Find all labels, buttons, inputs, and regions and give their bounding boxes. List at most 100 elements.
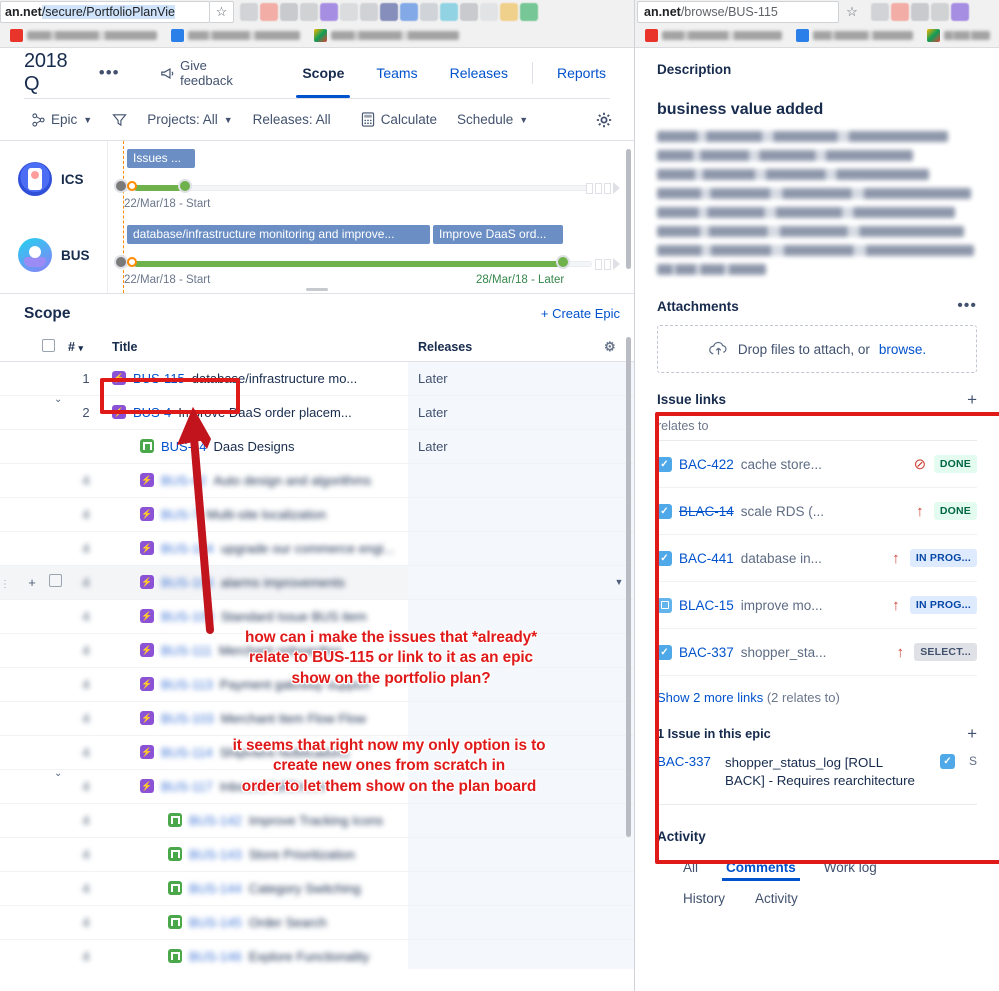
attachment-dropzone[interactable]: Drop files to attach, or browse. <box>657 325 977 373</box>
issue-key-link[interactable]: BUS-42 <box>161 473 207 488</box>
scope-scrollbar[interactable] <box>626 337 631 837</box>
table-row[interactable]: BUS-14 Daas Designs Later <box>0 429 634 464</box>
table-row[interactable]: ⌄2BUS-4Improve DaaS order placem...Later <box>0 394 634 430</box>
col-rank[interactable]: # ▾ <box>68 333 104 362</box>
extension-purple-icon[interactable] <box>320 3 338 21</box>
extension-book-icon[interactable] <box>300 3 318 21</box>
extension-red-icon[interactable] <box>260 3 278 21</box>
issue-key-link[interactable]: BUS-146 <box>189 949 242 964</box>
plan-settings-button[interactable] <box>588 108 620 132</box>
timeline-bar-label-primary[interactable]: database/infrastructure monitoring and i… <box>127 225 430 244</box>
right-bookmark-star-icon[interactable]: ☆ <box>839 4 865 20</box>
schedule-dropdown[interactable]: Schedule ▼ <box>449 108 536 131</box>
timeline-start-dot[interactable] <box>114 255 128 269</box>
extension-clock-icon[interactable] <box>240 3 258 21</box>
projects-filter[interactable]: Projects: All ▼ <box>139 108 240 131</box>
releases-filter[interactable]: Releases: All <box>245 108 339 131</box>
row-checkbox-icon[interactable] <box>48 574 62 587</box>
timeline-bar-label-secondary[interactable]: Improve DaaS ord... <box>433 225 563 244</box>
bookmark-item[interactable] <box>10 29 157 42</box>
table-row[interactable]: 4 BUS-146 Explore Functionality <box>0 939 634 969</box>
timeline-end-dot[interactable] <box>178 179 192 193</box>
activity-tab-history[interactable]: History <box>683 891 725 912</box>
row-release-cell[interactable] <box>408 803 604 838</box>
row-release-cell[interactable] <box>408 497 604 532</box>
extension-red-icon[interactable] <box>891 3 909 21</box>
tab-releases[interactable]: Releases <box>434 48 524 98</box>
table-row[interactable]: 1BUS-115database/infrastructure mo...Lat… <box>0 361 634 396</box>
timeline-resize-grip[interactable] <box>306 288 328 291</box>
row-checkbox[interactable] <box>42 565 68 600</box>
row-expander-icon[interactable]: ⌄ <box>54 394 62 405</box>
bookmark-item[interactable] <box>645 29 782 42</box>
table-row[interactable]: 4 BUS-142 Improve Tracking Icons <box>0 803 634 838</box>
row-expander-icon[interactable]: ⌄ <box>54 768 62 779</box>
timeline-bar-label[interactable]: Issues ... <box>127 149 195 168</box>
row-release-cell[interactable]: Later <box>408 429 604 464</box>
issue-key-link[interactable]: BUS-142 <box>189 813 242 828</box>
col-releases[interactable]: Releases <box>408 333 604 362</box>
extension-pin-icon[interactable] <box>340 3 358 21</box>
extension-purple-icon[interactable] <box>951 3 969 21</box>
extension-book-icon[interactable] <box>931 3 949 21</box>
row-release-cell[interactable]: Later <box>408 395 604 430</box>
row-add-button[interactable]: + <box>22 565 42 600</box>
issue-key-link[interactable]: BUS-14 <box>161 439 207 454</box>
row-release-cell[interactable] <box>408 531 604 566</box>
issue-key-link[interactable]: BUS-144 <box>189 881 242 896</box>
extension-m-icon[interactable] <box>360 3 378 21</box>
add-issue-link-button[interactable]: + <box>967 391 977 408</box>
issue-key-link[interactable]: BUS-103 <box>161 711 214 726</box>
bookmark-star-icon[interactable]: ☆ <box>210 1 234 23</box>
extension-green-icon[interactable] <box>520 3 538 21</box>
row-release-cell[interactable] <box>408 939 604 969</box>
tab-reports[interactable]: Reports <box>541 48 622 98</box>
left-address-bar[interactable]: an.net/secure/PortfolioPlanVie <box>0 1 210 23</box>
row-release-cell[interactable] <box>408 905 604 940</box>
extension-cyan-icon[interactable] <box>440 3 458 21</box>
table-row[interactable]: 4 BUS-103 Merchant Item Flow Flow <box>0 701 634 736</box>
table-row[interactable]: 4 BUS-104 upgrade our commerce engi... <box>0 531 634 566</box>
row-release-cell[interactable] <box>408 871 604 906</box>
extension-mail-icon[interactable] <box>420 3 438 21</box>
table-row[interactable]: 4 BUS-143 Store Prioritization <box>0 837 634 872</box>
row-release-cell[interactable] <box>408 463 604 498</box>
activity-tab-activity[interactable]: Activity <box>755 891 798 912</box>
select-all-checkbox[interactable] <box>42 338 55 352</box>
plan-more-button[interactable]: ••• <box>99 63 120 83</box>
extension-grey-icon[interactable] <box>280 3 298 21</box>
issue-key-link[interactable]: BUS-145 <box>189 915 242 930</box>
bookmark-item[interactable] <box>171 29 300 42</box>
tab-teams[interactable]: Teams <box>360 48 433 98</box>
bookmark-item[interactable] <box>927 29 990 42</box>
table-row[interactable]: 4 BUS-42 Auto design and algorithms <box>0 463 634 498</box>
issue-key-link[interactable]: BUS-109 <box>161 609 214 624</box>
table-row[interactable]: 4 BUS-7 Multi-site localization <box>0 497 634 532</box>
timeline-end-dot[interactable] <box>556 255 570 269</box>
row-release-cell[interactable] <box>408 565 604 600</box>
row-release-cell[interactable]: Later <box>408 361 604 396</box>
filter-button[interactable] <box>104 109 135 131</box>
row-drag-handle[interactable]: ⋮ <box>0 565 22 600</box>
tab-scope[interactable]: Scope <box>286 48 360 98</box>
extension-drive-icon[interactable] <box>500 3 518 21</box>
timeline-today-dot[interactable] <box>127 257 137 267</box>
attachments-more-button[interactable]: ••• <box>957 297 977 315</box>
row-release-cell[interactable] <box>408 701 604 736</box>
calculate-button[interactable]: Calculate <box>353 108 445 131</box>
give-feedback-button[interactable]: Give feedback <box>160 58 261 88</box>
extension-grey-icon[interactable] <box>911 3 929 21</box>
extension-faint-icon[interactable] <box>480 3 498 21</box>
extension-navy-icon[interactable] <box>380 3 398 21</box>
table-row[interactable]: ⋮+4BUS-106alarms improvements▼ <box>0 565 634 600</box>
timeline-start-dot[interactable] <box>114 179 128 193</box>
col-title[interactable]: Title <box>104 333 408 362</box>
extension-clock-icon[interactable] <box>871 3 889 21</box>
dropzone-browse-link[interactable]: browse. <box>879 342 926 357</box>
issue-key-link[interactable]: BUS-104 <box>161 541 214 556</box>
row-release-cell[interactable] <box>408 837 604 872</box>
bookmark-item[interactable] <box>314 29 459 42</box>
timeline-scrollbar[interactable] <box>626 149 631 269</box>
table-row[interactable]: 4 BUS-144 Category Switching <box>0 871 634 906</box>
bookmark-item[interactable] <box>796 29 913 42</box>
